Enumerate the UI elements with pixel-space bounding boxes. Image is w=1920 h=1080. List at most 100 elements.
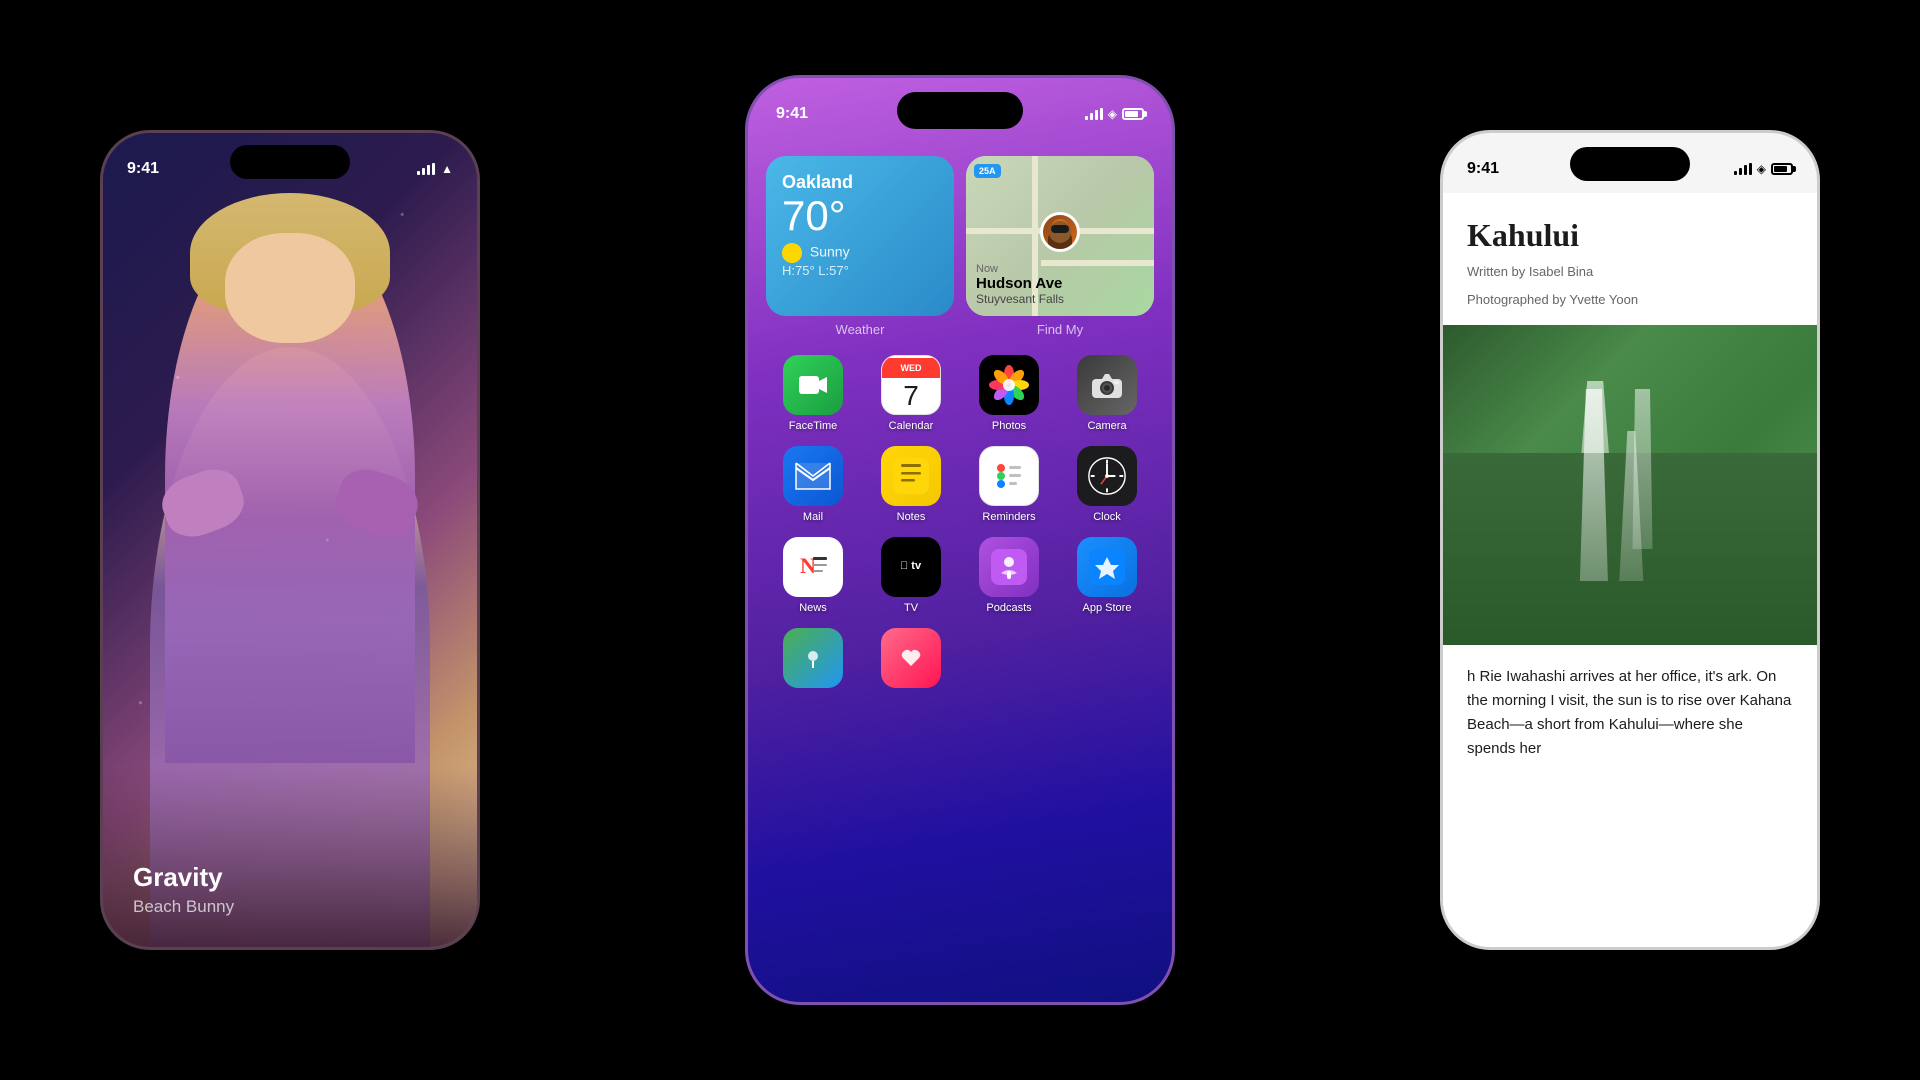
app-calendar[interactable]: WED 7 Calendar xyxy=(864,345,958,436)
app-maps-partial[interactable] xyxy=(766,618,860,692)
podcasts-label: Podcasts xyxy=(986,602,1031,614)
app-tv[interactable]:  tv TV xyxy=(864,527,958,618)
calendar-day: WED xyxy=(882,358,940,378)
center-wifi-icon: ◈ xyxy=(1108,107,1117,121)
app-notes[interactable]: Notes xyxy=(864,436,958,527)
notes-icon-svg xyxy=(893,458,929,494)
left-now-playing: Gravity Beach Bunny xyxy=(133,862,234,917)
article-title: Kahului xyxy=(1467,217,1793,254)
weather-highlow: H:75° L:57° xyxy=(782,263,938,278)
right-article-content: Kahului Written by Isabel Bina Photograp… xyxy=(1443,193,1817,947)
app-camera[interactable]: Camera xyxy=(1060,345,1154,436)
appstore-icon-svg xyxy=(1089,549,1125,585)
left-signal-icon xyxy=(417,163,435,175)
widgets-row: Oakland 70° Sunny H:75° L:57° Weather xyxy=(766,156,1154,337)
center-signal-icon xyxy=(1085,108,1103,120)
center-status-icons: ◈ xyxy=(1085,107,1144,121)
map-avatar xyxy=(1040,212,1080,252)
health-icon-svg xyxy=(897,644,925,672)
app-appstore[interactable]: App Store xyxy=(1060,527,1154,618)
app-photos[interactable]: Photos xyxy=(962,345,1056,436)
left-phone: 9:41 ▲ Gravity Beac xyxy=(100,130,480,950)
photos-icon xyxy=(979,355,1039,415)
facetime-icon xyxy=(783,355,843,415)
news-icon-svg: N xyxy=(795,549,831,585)
notes-icon xyxy=(881,446,941,506)
app-health-partial[interactable] xyxy=(864,618,958,692)
clock-icon-svg xyxy=(1086,455,1128,497)
reminders-icon-svg xyxy=(991,458,1027,494)
podcasts-icon xyxy=(979,537,1039,597)
map-route-badge: 25A xyxy=(974,164,1001,178)
mail-icon-svg xyxy=(795,462,831,490)
podcasts-icon-svg xyxy=(991,549,1027,585)
weather-label: Weather xyxy=(766,322,954,337)
health-icon xyxy=(881,628,941,688)
facetime-label: FaceTime xyxy=(789,420,838,432)
right-wifi-icon: ◈ xyxy=(1757,162,1766,176)
map-location-info: Now Hudson Ave Stuyvesant Falls xyxy=(976,263,1064,306)
left-overlay xyxy=(103,767,477,947)
findmy-label: Find My xyxy=(966,322,1154,337)
news-icon: N xyxy=(783,537,843,597)
map-city: Stuyvesant Falls xyxy=(976,292,1064,306)
photos-icon-svg xyxy=(987,363,1031,407)
maps-icon-svg xyxy=(799,644,827,672)
app-clock[interactable]: Clock xyxy=(1060,436,1154,527)
calendar-label: Calendar xyxy=(889,420,934,432)
weather-condition: Sunny xyxy=(782,243,938,263)
app-facetime[interactable]: FaceTime xyxy=(766,345,860,436)
tv-icon-svg:  tv xyxy=(893,549,929,585)
map-now: Now xyxy=(976,263,1064,275)
article-paragraph: h Rie Iwahashi arrives at her office, it… xyxy=(1467,665,1793,761)
left-artwork: Gravity Beach Bunny xyxy=(103,133,477,947)
left-dynamic-island xyxy=(230,145,350,179)
calendar-icon: WED 7 xyxy=(881,355,941,415)
facetime-icon-svg xyxy=(797,369,829,401)
camera-label: Camera xyxy=(1087,420,1126,432)
weather-widget[interactable]: Oakland 70° Sunny H:75° L:57° xyxy=(766,156,954,316)
article-photographed-by: Photographed by Yvette Yoon xyxy=(1467,290,1793,310)
appstore-label: App Store xyxy=(1083,602,1132,614)
clock-label: Clock xyxy=(1093,511,1121,523)
right-signal-icon xyxy=(1734,163,1752,175)
left-status-icons: ▲ xyxy=(417,162,453,176)
right-status-icons: ◈ xyxy=(1734,162,1793,176)
maps-icon xyxy=(783,628,843,688)
map-street: Hudson Ave xyxy=(976,275,1064,292)
right-time: 9:41 xyxy=(1467,160,1499,178)
app-reminders[interactable]: Reminders xyxy=(962,436,1056,527)
sun-icon xyxy=(782,243,802,263)
weather-temp: 70° xyxy=(782,193,938,239)
svg-text: tv:  tv xyxy=(900,560,922,572)
camera-icon-svg xyxy=(1091,371,1123,399)
weather-widget-container: Oakland 70° Sunny H:75° L:57° Weather xyxy=(766,156,954,337)
center-home-screen: Oakland 70° Sunny H:75° L:57° Weather xyxy=(748,146,1172,1002)
app-podcasts[interactable]: Podcasts xyxy=(962,527,1056,618)
right-phone: 9:41 ◈ Kahului Written by Isabel Bina Ph… xyxy=(1440,130,1820,950)
center-dynamic-island xyxy=(897,92,1023,129)
right-dynamic-island xyxy=(1570,147,1690,181)
photos-label: Photos xyxy=(992,420,1026,432)
notes-label: Notes xyxy=(897,511,926,523)
appstore-icon xyxy=(1077,537,1137,597)
calendar-date: 7 xyxy=(903,380,919,412)
findmy-widget[interactable]: 25A Now Hudson Ave xyxy=(966,156,1154,316)
article-text-content: h Rie Iwahashi arrives at her office, it… xyxy=(1443,645,1817,781)
clock-icon xyxy=(1077,446,1137,506)
center-phone: 9:41 ◈ Oakland 70° xyxy=(745,75,1175,1005)
map-pin xyxy=(1040,212,1080,252)
news-label: News xyxy=(799,602,827,614)
center-time: 9:41 xyxy=(776,105,808,123)
left-track-title: Gravity xyxy=(133,862,234,893)
app-news[interactable]: N News xyxy=(766,527,860,618)
left-wifi-icon: ▲ xyxy=(441,162,453,176)
center-battery-icon xyxy=(1122,108,1144,120)
findmy-widget-container: 25A Now Hudson Ave xyxy=(966,156,1154,337)
left-track-artist: Beach Bunny xyxy=(133,897,234,917)
camera-icon xyxy=(1077,355,1137,415)
app-mail[interactable]: Mail xyxy=(766,436,860,527)
weather-city: Oakland xyxy=(782,172,938,193)
reminders-label: Reminders xyxy=(982,511,1035,523)
article-header: Kahului Written by Isabel Bina Photograp… xyxy=(1443,193,1817,325)
